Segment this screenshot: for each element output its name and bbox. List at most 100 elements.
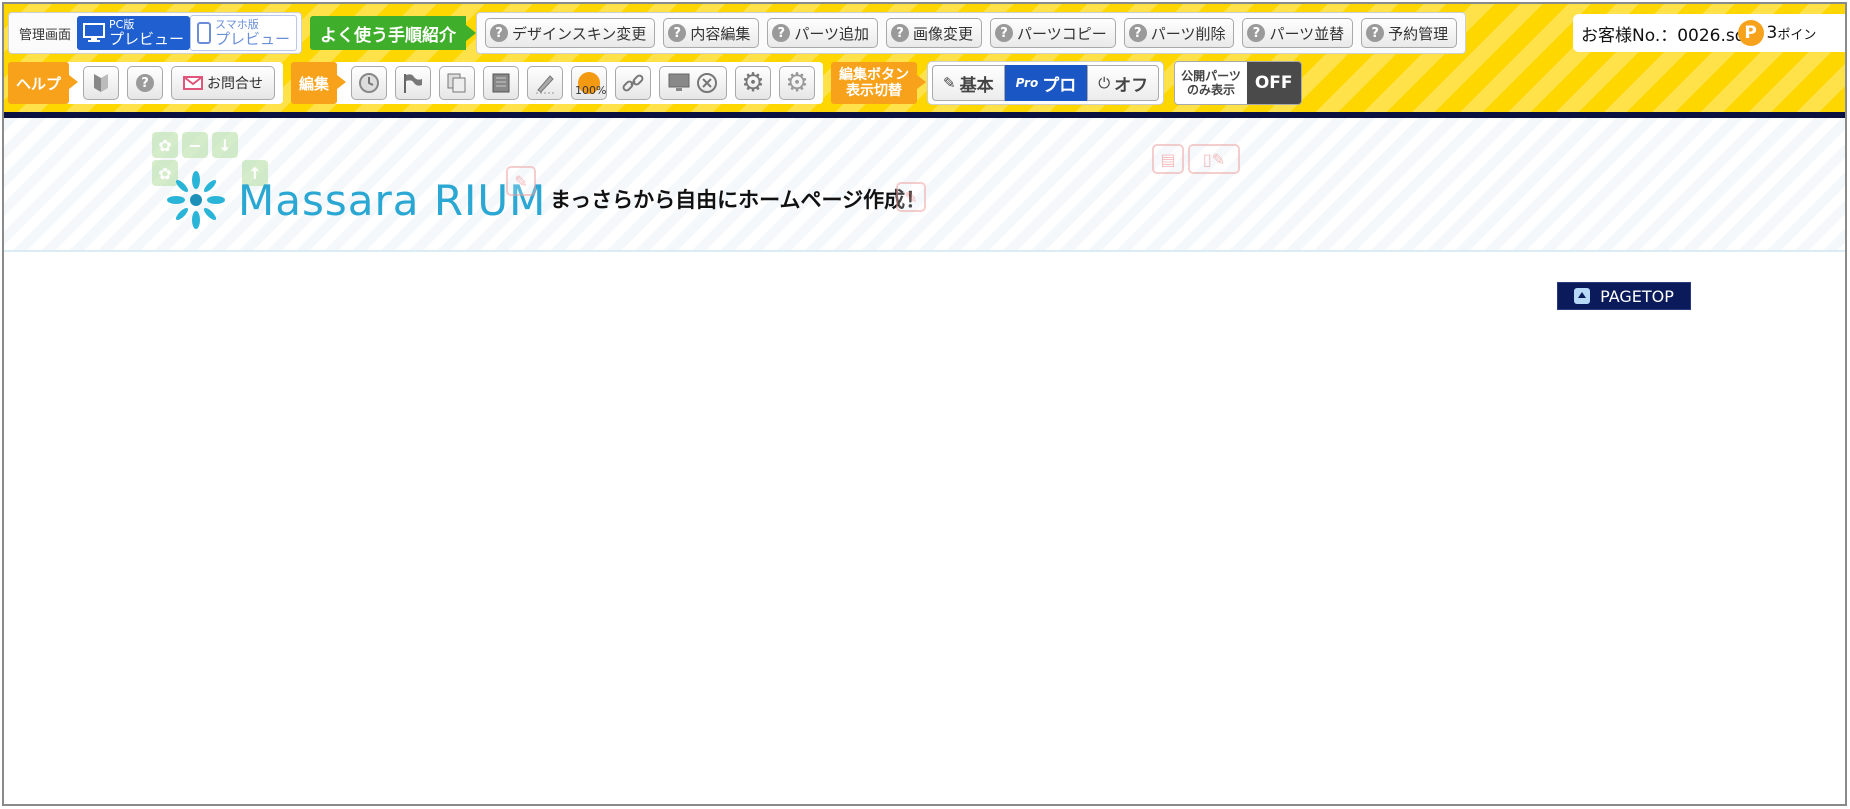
edit-button-toggle-line2: 表示切替 (846, 83, 903, 99)
pc-preview-big: プレビュー (109, 30, 185, 48)
pen-button[interactable] (527, 66, 564, 100)
mode-pro-label: プロ (1042, 75, 1077, 96)
howto-design-skin-button[interactable]: ? デザインスキン変更 (485, 18, 656, 48)
gear-icon[interactable]: ✿ (152, 132, 178, 158)
help-icon: ? (490, 24, 509, 42)
smartphone-icon (197, 22, 212, 44)
pagetop-button[interactable]: PAGETOP (1557, 282, 1691, 310)
help-icon: ? (772, 24, 791, 42)
gear-icon: ⚙ (741, 68, 765, 98)
edit-mode-switch: ✎ 基本 Pro プロ ⏻ オフ (927, 61, 1165, 105)
pc-preview-button[interactable]: PC版 プレビュー (77, 16, 191, 50)
site-header: ✿ − ↓ ✿ ↑ Massara RIUM ✎ まっさらから自由にホームページ… (4, 118, 1845, 252)
howto-item-label: デザインスキン変更 (512, 24, 647, 43)
link-icon (622, 74, 644, 92)
tagline-edit-pencil-icon[interactable]: ✎ (896, 182, 926, 212)
howto-item-label: パーツ削除 (1150, 24, 1226, 43)
points-value: 3 (1766, 23, 1778, 43)
points-suffix: ポイン (1777, 27, 1817, 43)
history-button[interactable] (351, 66, 388, 100)
mode-off-label: オフ (1114, 75, 1149, 96)
howto-item-label: 予約管理 (1388, 24, 1449, 43)
logo-text: Massara RIUM (238, 175, 547, 225)
zoom-button[interactable]: 100% (571, 66, 608, 100)
monitor-icon (668, 73, 690, 91)
pen-icon (536, 75, 555, 94)
minus-icon[interactable]: − (182, 132, 208, 158)
monitor-close-button[interactable] (659, 66, 728, 100)
edit-button-toggle-line1: 編集ボタン (839, 67, 910, 83)
help-button[interactable]: ? (127, 66, 164, 100)
close-icon (697, 73, 718, 93)
mode-off-button[interactable]: ⏻ オフ (1087, 65, 1160, 101)
beginner-button[interactable] (83, 66, 120, 100)
help-tag: ヘルプ (8, 62, 79, 104)
public-parts-line1: 公開パーツ (1181, 69, 1241, 83)
howto-reservation-button[interactable]: ? 予約管理 (1361, 18, 1458, 48)
mode-pro-button[interactable]: Pro プロ (1004, 65, 1088, 101)
link-button[interactable] (615, 66, 652, 100)
advanced-settings-button[interactable]: ⚙ (779, 66, 816, 100)
settings-button[interactable]: ⚙ (735, 66, 772, 100)
howto-parts-sort-button[interactable]: ? パーツ並替 (1242, 18, 1354, 48)
howto-tag: よく使う手順紹介 (310, 16, 477, 50)
howto-item-label: 内容編集 (690, 24, 751, 43)
admin-label: 管理画面 (19, 27, 72, 43)
copy-icon (447, 73, 466, 93)
layout-icon[interactable]: ▤ (1152, 144, 1184, 174)
beginner-icon (94, 74, 109, 92)
mode-basic-button[interactable]: ✎ 基本 (932, 65, 1005, 101)
flag-button[interactable] (395, 66, 432, 100)
howto-group: ? デザインスキン変更 ? 内容編集 ? パーツ追加 ? 画像変更 ? パーツコピー ? パ… (476, 12, 1467, 54)
howto-content-edit-button[interactable]: ? 内容編集 (663, 18, 760, 48)
help-icon: ? (1247, 24, 1266, 42)
help-icon: ? (668, 24, 687, 42)
site-tagline: まっさらから自由にホームページ作成！ (550, 188, 927, 212)
clock-icon (359, 73, 380, 93)
document-pencil-icon[interactable]: ▯✎ (1188, 144, 1240, 174)
help-icon: ? (995, 24, 1014, 42)
help-icon: ? (1128, 24, 1147, 42)
help-icon: ? (136, 74, 155, 92)
notebook-button[interactable] (483, 66, 520, 100)
zoom-label: 100% (575, 84, 607, 97)
customer-info: お客様No.：0026.sd P 3 ポイン (1573, 14, 1845, 52)
howto-image-change-button[interactable]: ? 画像変更 (886, 18, 983, 48)
sp-preview-big: プレビュー (215, 30, 291, 48)
help-icon: ? (891, 24, 910, 42)
howto-parts-add-button[interactable]: ? パーツ追加 (767, 18, 879, 48)
header-edit-controls: ▤ ▯✎ (1152, 144, 1240, 174)
pro-icon: Pro (1015, 76, 1039, 90)
arrow-down-icon[interactable]: ↓ (212, 132, 238, 158)
gear-advanced-icon: ⚙ (785, 68, 809, 98)
pagetop-label: PAGETOP (1600, 286, 1674, 306)
preview-group: 管理画面 PC版 プレビュー スマホ版 プレビュー (8, 12, 303, 54)
howto-item-label: パーツコピー (1017, 24, 1107, 43)
howto-item-label: パーツ追加 (794, 24, 870, 43)
sp-preview-button[interactable]: スマホ版 プレビュー (190, 15, 298, 51)
toolbar-row-2: ヘルプ ? お問合せ 編集 100% ⚙ ⚙ 編集ボタン 表示切替 ✎ 基本 P… (8, 61, 1302, 105)
site-logo[interactable]: Massara RIUM (164, 168, 546, 232)
logo-edit-pencil-icon[interactable]: ✎ (506, 166, 536, 196)
howto-parts-delete-button[interactable]: ? パーツ削除 (1123, 18, 1235, 48)
notebook-icon (492, 73, 510, 93)
logo-mark-icon (167, 171, 225, 229)
mode-basic-label: 基本 (959, 75, 994, 96)
help-group: ヘルプ ? お問合せ (8, 62, 284, 104)
edit-tag: 編集 (291, 62, 347, 104)
browser-frame: 管理画面 PC版 プレビュー スマホ版 プレビュー よく使う手順紹介 ? デザインスキ… (2, 2, 1847, 806)
flag-icon (404, 74, 423, 93)
ghost-parts-controls: ✿ − ↓ (152, 132, 238, 158)
power-icon: ⏻ (1098, 74, 1111, 92)
pencil-icon: ✎ (943, 74, 956, 92)
howto-item-label: 画像変更 (913, 24, 974, 43)
copy-button[interactable] (439, 66, 476, 100)
monitor-icon (83, 23, 106, 42)
public-parts-toggle[interactable]: 公開パーツ のみ表示 OFF (1174, 61, 1302, 105)
howto-item-label: パーツ並替 (1269, 24, 1345, 43)
public-parts-line2: のみ表示 (1186, 83, 1235, 97)
howto-parts-copy-button[interactable]: ? パーツコピー (990, 18, 1116, 48)
contact-button[interactable]: お問合せ (171, 66, 276, 100)
toolbar-row-1: 管理画面 PC版 プレビュー スマホ版 プレビュー よく使う手順紹介 ? デザインスキ… (8, 12, 1474, 54)
admin-toolbar: 管理画面 PC版 プレビュー スマホ版 プレビュー よく使う手順紹介 ? デザインスキ… (4, 4, 1845, 118)
